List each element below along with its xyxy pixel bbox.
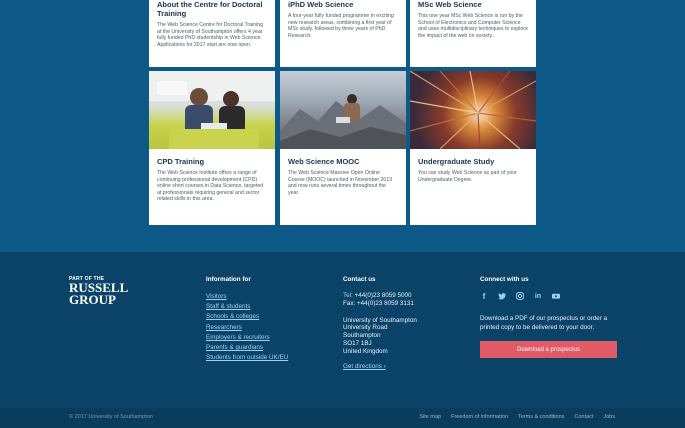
abstract-photo-icon	[410, 71, 536, 149]
link-researchers[interactable]: Researchers	[206, 323, 288, 333]
fax-line: Fax: +44(0)23 8059 3131	[343, 300, 417, 308]
card-text: A four-year fully funded programme in ex…	[288, 13, 394, 39]
address-line: Southampton	[343, 332, 381, 340]
directions-link[interactable]: Get directions ›	[343, 363, 417, 370]
fax-label: Fax:	[343, 299, 356, 307]
card-title[interactable]: Web Science MOOC	[288, 157, 398, 166]
card-undergrad[interactable]: Undergraduate Study You can study Web Sc…	[410, 71, 536, 225]
link-visitors[interactable]: Visitors	[206, 292, 288, 302]
copyright-text: © 2017 University of Southampton	[69, 414, 153, 420]
linkedin-icon[interactable]: in	[534, 292, 542, 300]
link-schools[interactable]: Schools & colleges	[206, 312, 288, 322]
connect-column: Connect with us f in Download a PDF of o…	[480, 276, 620, 358]
card-title[interactable]: MSc Web Science	[418, 0, 528, 9]
fax-number: +44(0)23 8059 3131	[357, 299, 414, 307]
link-foi[interactable]: Freedom of information	[451, 414, 508, 420]
card-about-cdt[interactable]: About the Centre for Doctoral Training T…	[149, 0, 275, 67]
youtube-icon[interactable]	[552, 292, 560, 300]
contact-heading: Contact us	[343, 276, 376, 283]
card-title[interactable]: iPhD Web Science	[288, 0, 398, 9]
card-text: The Web Science Centre for Doctoral Trai…	[157, 22, 264, 48]
card-cpd[interactable]: CPD Training The Web Science Institute o…	[149, 71, 275, 225]
link-international[interactable]: Students from outside UK/EU	[206, 353, 288, 363]
card-msc[interactable]: MSc Web Science This one year MSc Web Sc…	[410, 0, 536, 67]
link-jobs[interactable]: Jobs	[603, 414, 615, 420]
address-line: United Kingdom	[343, 347, 388, 355]
card-image-abstract[interactable]	[410, 71, 536, 149]
link-site-map[interactable]: Site map	[419, 414, 441, 420]
link-employers[interactable]: Employers & recruiters	[206, 333, 288, 343]
address-block: University of Southampton University Roa…	[343, 317, 417, 356]
address-line: University of Southampton	[343, 316, 417, 324]
info-for-column: Information for Visitors Staff & student…	[206, 276, 288, 363]
card-iphd[interactable]: iPhD Web Science A four-year fully funde…	[280, 0, 406, 67]
facebook-icon[interactable]: f	[480, 292, 488, 301]
tel-line[interactable]: Tel: +44(0)23 8059 5000	[343, 292, 417, 300]
card-image-students[interactable]	[149, 71, 275, 149]
social-icons: f in	[480, 292, 620, 301]
card-image-mountain[interactable]	[280, 71, 406, 149]
card-text: The Web Science Massive Open Online Cour…	[288, 170, 393, 196]
tel-number[interactable]: +44(0)23 8059 5000	[355, 292, 412, 299]
instagram-icon[interactable]	[516, 292, 524, 300]
address-line: University Road	[343, 324, 388, 332]
tel-label: Tel:	[343, 292, 353, 299]
russell-group-logo[interactable]: PART OF THE RUSSELL GROUP	[69, 276, 128, 306]
card-title[interactable]: About the Centre for Doctoral Training	[157, 0, 267, 18]
card-text: The Web Science Institute offers a range…	[157, 170, 264, 203]
address-line: SO17 1BJ	[343, 339, 372, 347]
students-photo-icon	[149, 71, 275, 149]
card-text: You can study Web Science as part of you…	[418, 170, 517, 183]
card-title[interactable]: CPD Training	[157, 157, 267, 166]
card-mooc[interactable]: Web Science MOOC The Web Science Massive…	[280, 71, 406, 225]
link-contact[interactable]: Contact	[574, 414, 593, 420]
russell-word-2: GROUP	[69, 292, 116, 307]
connect-heading: Connect with us	[480, 276, 529, 283]
mountain-photo-icon	[280, 94, 406, 149]
download-prospectus-button[interactable]: Download a prospectus	[480, 341, 617, 358]
link-staff-students[interactable]: Staff & students	[206, 302, 288, 312]
footer-bottom-links: Site map Freedom of information Terms & …	[419, 414, 615, 420]
prospectus-text: Download a PDF of our prospectus or orde…	[480, 315, 608, 331]
info-heading: Information for	[206, 276, 251, 283]
link-parents[interactable]: Parents & guardians	[206, 343, 288, 353]
twitter-icon[interactable]	[498, 292, 506, 300]
card-title[interactable]: Undergraduate Study	[418, 157, 528, 166]
card-text: This one year MSc Web Science is run by …	[418, 13, 528, 39]
link-terms[interactable]: Terms & conditions	[518, 414, 564, 420]
contact-column: Contact us Tel: +44(0)23 8059 5000 Fax: …	[343, 276, 417, 370]
